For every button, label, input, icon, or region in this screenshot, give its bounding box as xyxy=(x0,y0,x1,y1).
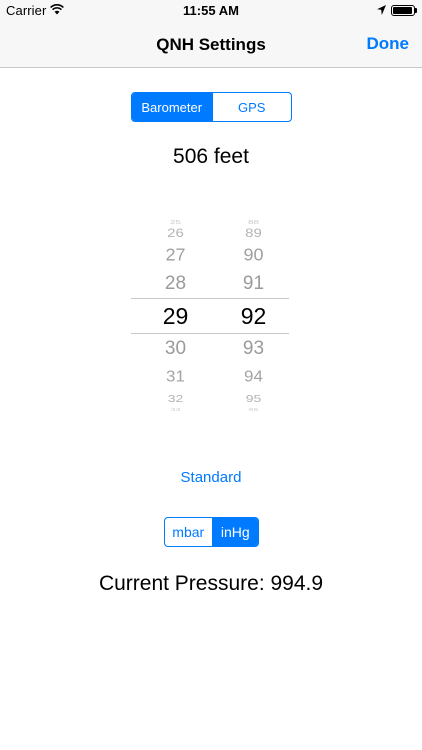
segment-gps[interactable]: GPS xyxy=(211,93,292,121)
picker-row[interactable]: 26 xyxy=(138,228,213,240)
picker-row[interactable]: 94 xyxy=(216,369,291,384)
page-title: QNH Settings xyxy=(156,35,266,54)
status-bar: Carrier 11:55 AM xyxy=(0,0,422,22)
picker-row[interactable]: 28 xyxy=(138,274,213,293)
picker-row-selected[interactable]: 92 xyxy=(216,305,291,328)
unit-segmented-control: mbar inHg xyxy=(164,517,259,547)
status-time: 11:55 AM xyxy=(183,3,239,18)
picker-row[interactable]: 27 xyxy=(138,246,213,263)
segment-inhg[interactable]: inHg xyxy=(211,518,258,546)
picker-row[interactable]: 93 xyxy=(216,339,291,358)
pressure-source-segmented-control: Barometer GPS xyxy=(131,92,292,122)
picker-row[interactable]: 91 xyxy=(216,274,291,293)
picker-column-decimal[interactable]: 88 89 90 91 92 93 94 95 96 xyxy=(216,212,291,412)
navigation-bar: QNH Settings Done xyxy=(0,22,422,68)
altitude-value: 506 feet xyxy=(173,145,249,168)
segment-mbar[interactable]: mbar xyxy=(165,518,212,546)
picker-column-integer[interactable]: 25 26 27 28 29 30 31 32 33 xyxy=(138,212,213,412)
picker-row[interactable]: 31 xyxy=(138,369,213,384)
picker-row[interactable]: 88 xyxy=(216,220,291,226)
done-button[interactable]: Done xyxy=(367,34,410,54)
picker-row[interactable]: 30 xyxy=(138,339,213,358)
picker-row[interactable]: 33 xyxy=(138,407,213,412)
picker-row[interactable]: 89 xyxy=(216,228,291,240)
picker-row-selected[interactable]: 29 xyxy=(138,305,213,328)
segment-barometer[interactable]: Barometer xyxy=(132,93,212,121)
pressure-picker[interactable]: 25 26 27 28 29 30 31 32 33 88 89 90 91 9… xyxy=(131,212,289,412)
location-arrow-icon xyxy=(377,5,386,15)
standard-button[interactable]: Standard xyxy=(0,469,422,486)
picker-row[interactable]: 90 xyxy=(216,246,291,263)
battery-icon xyxy=(391,5,417,16)
picker-row[interactable]: 25 xyxy=(138,220,213,226)
current-pressure-label: Current Pressure: 994.9 xyxy=(98,572,324,595)
picker-row[interactable]: 96 xyxy=(216,407,291,412)
picker-row[interactable]: 95 xyxy=(216,393,291,404)
picker-row[interactable]: 32 xyxy=(138,393,213,404)
